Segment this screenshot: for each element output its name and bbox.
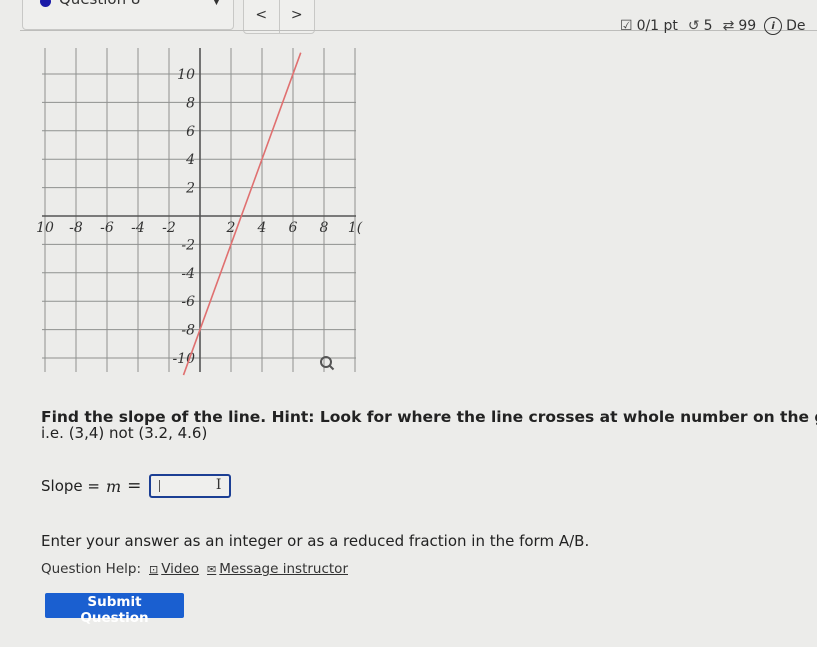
x-tick-label: 6 — [289, 220, 298, 236]
video-label: Video — [161, 561, 200, 577]
status-dot-icon — [40, 0, 51, 7]
attempts-text: 99 — [738, 18, 757, 34]
y-tick-label: -6 — [181, 294, 195, 310]
question-help-label: Question Help: — [41, 561, 141, 577]
x-tick-label: -6 — [100, 220, 114, 236]
next-question-button[interactable]: > — [278, 0, 315, 33]
text-caret — [159, 480, 161, 492]
x-tick-label: -8 — [69, 220, 83, 236]
example-hint: i.e. (3,4) not (3.2, 4.6) — [41, 424, 208, 442]
x-tick-label: -2 — [162, 220, 176, 236]
y-tick-label: 4 — [185, 152, 195, 168]
video-icon: ⊡ — [149, 562, 159, 576]
slope-label: Slope = — [41, 477, 100, 495]
undo-icon: ↺ — [687, 18, 700, 34]
x-tick-label: 10 — [36, 220, 54, 236]
submit-question-button[interactable]: Submit Question — [45, 593, 184, 626]
score-text: 0/1 pt — [636, 18, 678, 34]
question-label: Question 8 — [59, 0, 140, 8]
y-tick-labels: 108642-2-4-6-8-10 — [172, 67, 195, 367]
y-tick-label: 6 — [186, 124, 195, 140]
x-tick-label: 4 — [257, 220, 267, 236]
grid-lines — [42, 48, 356, 372]
y-tick-label: -4 — [181, 266, 195, 282]
ibeam-cursor-icon: I — [215, 477, 222, 493]
coordinate-graph: 10 -8 -6 -4 -2 2 4 6 8 1( 108642-2-4-6-8-10 — [36, 48, 363, 376]
x-tick-label: 1( — [348, 220, 363, 236]
prev-question-button[interactable]: < — [244, 0, 279, 33]
info-icon[interactable]: i — [764, 17, 783, 35]
axes — [42, 48, 356, 372]
equals-sign: = — [127, 476, 142, 496]
video-link[interactable]: ⊡ Video — [149, 561, 199, 577]
question-select[interactable]: Question 8 ▼ — [22, 0, 234, 30]
slope-answer-input[interactable]: I — [149, 474, 232, 498]
x-tick-label: -4 — [131, 220, 145, 236]
y-tick-label: -8 — [181, 323, 195, 339]
magnifier-icon[interactable] — [320, 356, 335, 371]
x-tick-label: 2 — [226, 220, 236, 236]
repeat-icon: ⇄ — [722, 18, 735, 34]
y-tick-label: -2 — [181, 237, 195, 253]
m-symbol: m — [105, 476, 122, 496]
question-stats: ☑ 0/1 pt ↺ 5 ⇄ 99 i De — [620, 17, 806, 35]
x-tick-label: 8 — [320, 220, 329, 236]
question-help: Question Help: ⊡ Video ✉ Message instruc… — [41, 561, 348, 577]
question-nav: < > — [243, 0, 315, 34]
y-tick-label: 10 — [177, 67, 195, 83]
retries-text: 5 — [703, 18, 713, 34]
details-link[interactable]: De — [786, 18, 805, 34]
y-tick-label: 8 — [186, 95, 195, 111]
mail-icon: ✉ — [207, 562, 217, 576]
slope-answer-row: Slope = m = I — [41, 474, 232, 498]
message-label: Message instructor — [219, 561, 348, 577]
top-bar: Question 8 ▼ < > ☑ 0/1 pt ↺ 5 ⇄ 99 i De — [0, 0, 817, 40]
y-tick-label: 2 — [185, 181, 195, 197]
dropdown-caret-icon: ▼ — [213, 0, 220, 7]
message-instructor-link[interactable]: ✉ Message instructor — [207, 561, 348, 577]
plotted-line — [182, 52, 302, 376]
answer-instructions: Enter your answer as an integer or as a … — [41, 532, 590, 550]
checkbox-icon: ☑ — [620, 18, 633, 34]
